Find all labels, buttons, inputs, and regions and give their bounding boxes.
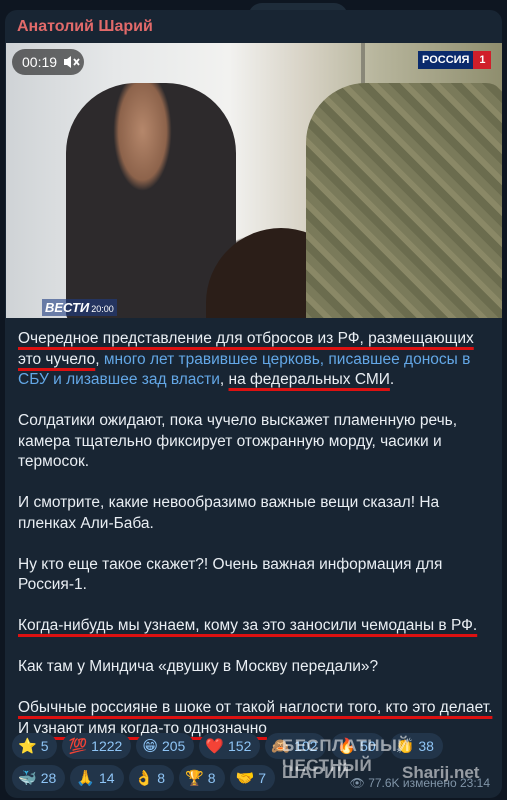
text-span: это чучело	[18, 350, 96, 368]
reaction-chip[interactable]: 🐳 28	[12, 765, 66, 791]
message-bubble[interactable]: Анатолий Шарий 00:19 РОССИЯ 1 ВЕСТИ 20:00…	[5, 10, 502, 798]
video-player[interactable]: 00:19 РОССИЯ 1 ВЕСТИ 20:00	[6, 43, 502, 318]
reaction-emoji-icon: ❤️	[205, 738, 225, 755]
reaction-emoji-icon: 👌	[134, 770, 154, 787]
paragraph-4: Ну кто еще такое скажет?! Очень важная и…	[18, 555, 443, 594]
text-span: Обычные россияне в шоке от такой наглост…	[18, 699, 493, 737]
mute-icon[interactable]	[62, 54, 80, 70]
paragraph-3: И смотрите, какие невообразимо важные ве…	[18, 494, 440, 532]
text-span: Очередное представление для отбросов из …	[18, 330, 474, 347]
reaction-emoji-icon: 🐳	[18, 770, 37, 787]
reaction-count: 28	[40, 770, 57, 786]
reaction-count: 152	[228, 738, 252, 754]
paragraph-6: Как там у Миндича «двушку в Москву перед…	[18, 658, 379, 675]
watermark-site: Sharij.net	[402, 763, 480, 782]
watermark-line2: ШАРИЙ	[282, 763, 350, 782]
reaction-emoji-icon: ⭐	[18, 738, 37, 755]
reaction-emoji-icon: 😁	[142, 738, 158, 755]
channel-logo-vesti: ВЕСТИ 20:00	[42, 299, 117, 316]
message-text: Очередное представление для отбросов из …	[18, 329, 496, 760]
reaction-count: 5	[40, 738, 49, 754]
channel-logo-russia1: РОССИЯ 1	[418, 51, 492, 69]
video-duration: 00:19	[22, 54, 58, 70]
text-span: .	[389, 371, 395, 388]
reaction-emoji-icon: 🙏	[76, 770, 95, 787]
reaction-chip[interactable]: 🤝 7	[229, 765, 275, 791]
reaction-count: 14	[98, 770, 115, 786]
watermark: БЕСПЛАТНЫЙ ЧЕСТНЫЙ ШАРИЙ Sharij.net	[282, 733, 502, 793]
paragraph-5: Когда-нибудь мы узнаем, кому за это зано…	[18, 616, 496, 637]
reaction-emoji-icon: 💯	[68, 738, 88, 755]
text-span: Когда-нибудь мы узнаем, кому за это зано…	[18, 617, 478, 634]
text-span: ,	[95, 350, 104, 368]
video-timer[interactable]: 00:19	[12, 49, 84, 75]
reaction-count: 8	[157, 770, 166, 786]
text-span: ,	[219, 371, 229, 388]
reaction-chip[interactable]: 👌 8	[128, 765, 175, 791]
reaction-chip[interactable]: 🏆 8	[179, 765, 225, 791]
text-span: на федеральных СМИ	[228, 371, 390, 388]
reaction-count: 205	[161, 738, 186, 754]
reaction-emoji-icon: 🏆	[185, 770, 204, 787]
paragraph-1: Очередное представление для отбросов из …	[18, 329, 496, 391]
vesti-text: ВЕСТИ	[45, 300, 90, 315]
reaction-chip[interactable]: 😁 205	[136, 733, 195, 759]
video-frame-soldier	[306, 83, 502, 318]
reaction-emoji-icon: 🤝	[235, 770, 255, 787]
reaction-chip[interactable]: 🙏 14	[70, 765, 124, 791]
channel-logo-text: РОССИЯ	[422, 54, 470, 66]
paragraph-2: Солдатики ожидают, пока чучело выскажет …	[18, 412, 458, 470]
reaction-chip[interactable]: ❤️ 152	[199, 733, 261, 759]
reaction-chip[interactable]: ⭐ 5	[12, 733, 58, 759]
sender-name[interactable]: Анатолий Шарий	[17, 18, 153, 36]
reaction-chip[interactable]: 💯 1222	[62, 733, 132, 759]
reaction-count: 8	[207, 770, 216, 786]
reaction-count: 1222	[91, 738, 123, 754]
reaction-count: 7	[258, 770, 266, 786]
channel-logo-number: 1	[473, 51, 492, 69]
vesti-time: 20:00	[91, 304, 114, 314]
